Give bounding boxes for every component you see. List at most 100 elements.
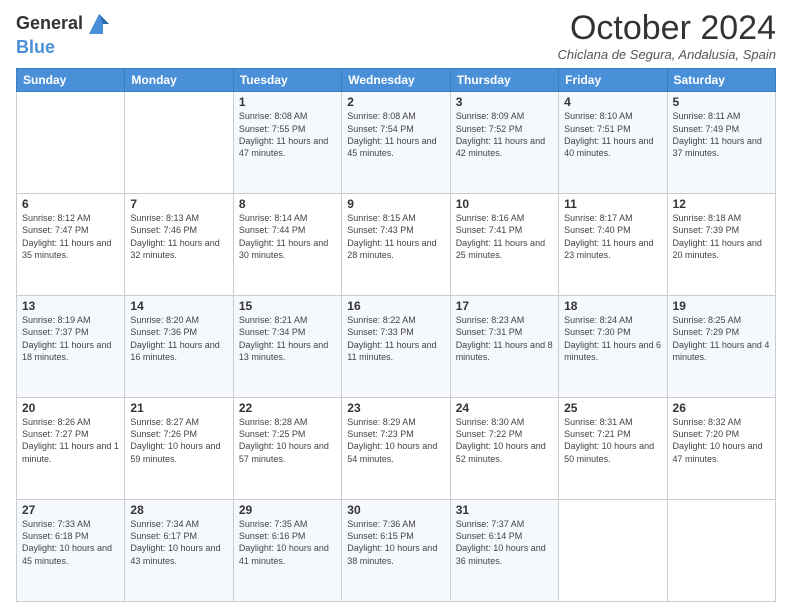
cell-w2-d5: 10Sunrise: 8:16 AM Sunset: 7:41 PM Dayli… [450,194,558,296]
day-info: Sunrise: 8:25 AM Sunset: 7:29 PM Dayligh… [673,314,770,363]
col-sunday: Sunday [17,69,125,92]
month-title: October 2024 [558,10,777,47]
day-number: 27 [22,503,119,517]
week-row-2: 6Sunrise: 8:12 AM Sunset: 7:47 PM Daylig… [17,194,776,296]
cell-w1-d2 [125,92,233,194]
day-info: Sunrise: 8:29 AM Sunset: 7:23 PM Dayligh… [347,416,444,465]
title-block: October 2024 Chiclana de Segura, Andalus… [558,10,777,62]
page: General Blue October 2024 Chiclana de Se… [0,0,792,612]
day-number: 10 [456,197,553,211]
col-tuesday: Tuesday [233,69,341,92]
day-number: 12 [673,197,770,211]
cell-w1-d1 [17,92,125,194]
header: General Blue October 2024 Chiclana de Se… [16,10,776,62]
cell-w5-d2: 28Sunrise: 7:34 AM Sunset: 6:17 PM Dayli… [125,500,233,602]
cell-w3-d7: 19Sunrise: 8:25 AM Sunset: 7:29 PM Dayli… [667,296,775,398]
cell-w2-d4: 9Sunrise: 8:15 AM Sunset: 7:43 PM Daylig… [342,194,450,296]
day-info: Sunrise: 7:36 AM Sunset: 6:15 PM Dayligh… [347,518,444,567]
day-number: 31 [456,503,553,517]
header-row: Sunday Monday Tuesday Wednesday Thursday… [17,69,776,92]
day-number: 29 [239,503,336,517]
day-number: 2 [347,95,444,109]
col-thursday: Thursday [450,69,558,92]
day-info: Sunrise: 8:18 AM Sunset: 7:39 PM Dayligh… [673,212,770,261]
day-number: 4 [564,95,661,109]
day-info: Sunrise: 8:12 AM Sunset: 7:47 PM Dayligh… [22,212,119,261]
cell-w4-d2: 21Sunrise: 8:27 AM Sunset: 7:26 PM Dayli… [125,398,233,500]
day-number: 28 [130,503,227,517]
day-info: Sunrise: 8:19 AM Sunset: 7:37 PM Dayligh… [22,314,119,363]
day-number: 1 [239,95,336,109]
day-info: Sunrise: 8:17 AM Sunset: 7:40 PM Dayligh… [564,212,661,261]
day-info: Sunrise: 8:31 AM Sunset: 7:21 PM Dayligh… [564,416,661,465]
logo-blue-text: Blue [16,38,113,58]
cell-w2-d6: 11Sunrise: 8:17 AM Sunset: 7:40 PM Dayli… [559,194,667,296]
cell-w1-d6: 4Sunrise: 8:10 AM Sunset: 7:51 PM Daylig… [559,92,667,194]
day-number: 24 [456,401,553,415]
day-info: Sunrise: 8:09 AM Sunset: 7:52 PM Dayligh… [456,110,553,159]
day-number: 13 [22,299,119,313]
day-info: Sunrise: 8:22 AM Sunset: 7:33 PM Dayligh… [347,314,444,363]
calendar-header: Sunday Monday Tuesday Wednesday Thursday… [17,69,776,92]
cell-w1-d3: 1Sunrise: 8:08 AM Sunset: 7:55 PM Daylig… [233,92,341,194]
calendar-body: 1Sunrise: 8:08 AM Sunset: 7:55 PM Daylig… [17,92,776,602]
cell-w5-d1: 27Sunrise: 7:33 AM Sunset: 6:18 PM Dayli… [17,500,125,602]
day-number: 7 [130,197,227,211]
cell-w3-d5: 17Sunrise: 8:23 AM Sunset: 7:31 PM Dayli… [450,296,558,398]
day-number: 18 [564,299,661,313]
cell-w2-d3: 8Sunrise: 8:14 AM Sunset: 7:44 PM Daylig… [233,194,341,296]
day-number: 5 [673,95,770,109]
day-number: 8 [239,197,336,211]
cell-w2-d2: 7Sunrise: 8:13 AM Sunset: 7:46 PM Daylig… [125,194,233,296]
day-number: 16 [347,299,444,313]
day-info: Sunrise: 7:35 AM Sunset: 6:16 PM Dayligh… [239,518,336,567]
day-info: Sunrise: 8:23 AM Sunset: 7:31 PM Dayligh… [456,314,553,363]
day-number: 22 [239,401,336,415]
cell-w4-d7: 26Sunrise: 8:32 AM Sunset: 7:20 PM Dayli… [667,398,775,500]
cell-w3-d1: 13Sunrise: 8:19 AM Sunset: 7:37 PM Dayli… [17,296,125,398]
day-number: 21 [130,401,227,415]
cell-w4-d3: 22Sunrise: 8:28 AM Sunset: 7:25 PM Dayli… [233,398,341,500]
cell-w4-d1: 20Sunrise: 8:26 AM Sunset: 7:27 PM Dayli… [17,398,125,500]
day-number: 3 [456,95,553,109]
day-info: Sunrise: 8:24 AM Sunset: 7:30 PM Dayligh… [564,314,661,363]
cell-w4-d5: 24Sunrise: 8:30 AM Sunset: 7:22 PM Dayli… [450,398,558,500]
logo: General Blue [16,10,113,58]
day-info: Sunrise: 8:20 AM Sunset: 7:36 PM Dayligh… [130,314,227,363]
cell-w3-d6: 18Sunrise: 8:24 AM Sunset: 7:30 PM Dayli… [559,296,667,398]
col-monday: Monday [125,69,233,92]
col-friday: Friday [559,69,667,92]
cell-w5-d5: 31Sunrise: 7:37 AM Sunset: 6:14 PM Dayli… [450,500,558,602]
week-row-1: 1Sunrise: 8:08 AM Sunset: 7:55 PM Daylig… [17,92,776,194]
day-info: Sunrise: 8:16 AM Sunset: 7:41 PM Dayligh… [456,212,553,261]
cell-w1-d5: 3Sunrise: 8:09 AM Sunset: 7:52 PM Daylig… [450,92,558,194]
day-info: Sunrise: 8:30 AM Sunset: 7:22 PM Dayligh… [456,416,553,465]
day-info: Sunrise: 7:34 AM Sunset: 6:17 PM Dayligh… [130,518,227,567]
week-row-5: 27Sunrise: 7:33 AM Sunset: 6:18 PM Dayli… [17,500,776,602]
day-number: 19 [673,299,770,313]
cell-w5-d3: 29Sunrise: 7:35 AM Sunset: 6:16 PM Dayli… [233,500,341,602]
day-info: Sunrise: 7:33 AM Sunset: 6:18 PM Dayligh… [22,518,119,567]
day-number: 20 [22,401,119,415]
day-info: Sunrise: 8:15 AM Sunset: 7:43 PM Dayligh… [347,212,444,261]
cell-w3-d3: 15Sunrise: 8:21 AM Sunset: 7:34 PM Dayli… [233,296,341,398]
day-info: Sunrise: 7:37 AM Sunset: 6:14 PM Dayligh… [456,518,553,567]
day-info: Sunrise: 8:08 AM Sunset: 7:54 PM Dayligh… [347,110,444,159]
cell-w1-d4: 2Sunrise: 8:08 AM Sunset: 7:54 PM Daylig… [342,92,450,194]
cell-w5-d4: 30Sunrise: 7:36 AM Sunset: 6:15 PM Dayli… [342,500,450,602]
cell-w3-d2: 14Sunrise: 8:20 AM Sunset: 7:36 PM Dayli… [125,296,233,398]
day-number: 6 [22,197,119,211]
day-info: Sunrise: 8:11 AM Sunset: 7:49 PM Dayligh… [673,110,770,159]
location-subtitle: Chiclana de Segura, Andalusia, Spain [558,47,777,62]
day-number: 17 [456,299,553,313]
cell-w5-d6 [559,500,667,602]
day-info: Sunrise: 8:27 AM Sunset: 7:26 PM Dayligh… [130,416,227,465]
day-info: Sunrise: 8:26 AM Sunset: 7:27 PM Dayligh… [22,416,119,465]
day-number: 11 [564,197,661,211]
cell-w3-d4: 16Sunrise: 8:22 AM Sunset: 7:33 PM Dayli… [342,296,450,398]
day-info: Sunrise: 8:21 AM Sunset: 7:34 PM Dayligh… [239,314,336,363]
day-number: 26 [673,401,770,415]
week-row-4: 20Sunrise: 8:26 AM Sunset: 7:27 PM Dayli… [17,398,776,500]
day-info: Sunrise: 8:08 AM Sunset: 7:55 PM Dayligh… [239,110,336,159]
day-number: 25 [564,401,661,415]
